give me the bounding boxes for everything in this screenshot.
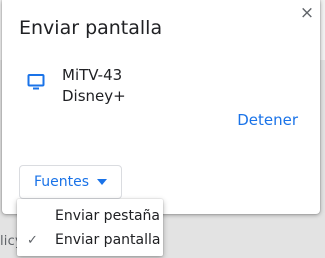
check-icon: ✓ <box>27 232 38 248</box>
sources-button[interactable]: Fuentes <box>19 165 122 199</box>
caret-down-icon <box>97 179 108 185</box>
dialog-title: Enviar pantalla <box>19 17 163 39</box>
cast-dialog: Enviar pantalla × MiTV-43 Disney+ Detene… <box>2 0 320 214</box>
menu-item-label: Enviar pantalla <box>55 232 161 248</box>
tv-icon <box>27 74 45 90</box>
device-status: Disney+ <box>62 87 126 105</box>
stop-button[interactable]: Detener <box>237 111 298 129</box>
sources-menu: Enviar pestaña ✓ Enviar pantalla <box>17 199 163 256</box>
menu-item-cast-screen[interactable]: ✓ Enviar pantalla <box>17 228 163 252</box>
close-button[interactable]: × <box>298 4 316 22</box>
device-name[interactable]: MiTV-43 <box>62 66 122 84</box>
close-icon: × <box>299 3 315 23</box>
sources-label: Fuentes <box>33 174 90 190</box>
menu-item-label: Enviar pestaña <box>55 208 160 224</box>
menu-item-cast-tab[interactable]: Enviar pestaña <box>17 204 163 228</box>
